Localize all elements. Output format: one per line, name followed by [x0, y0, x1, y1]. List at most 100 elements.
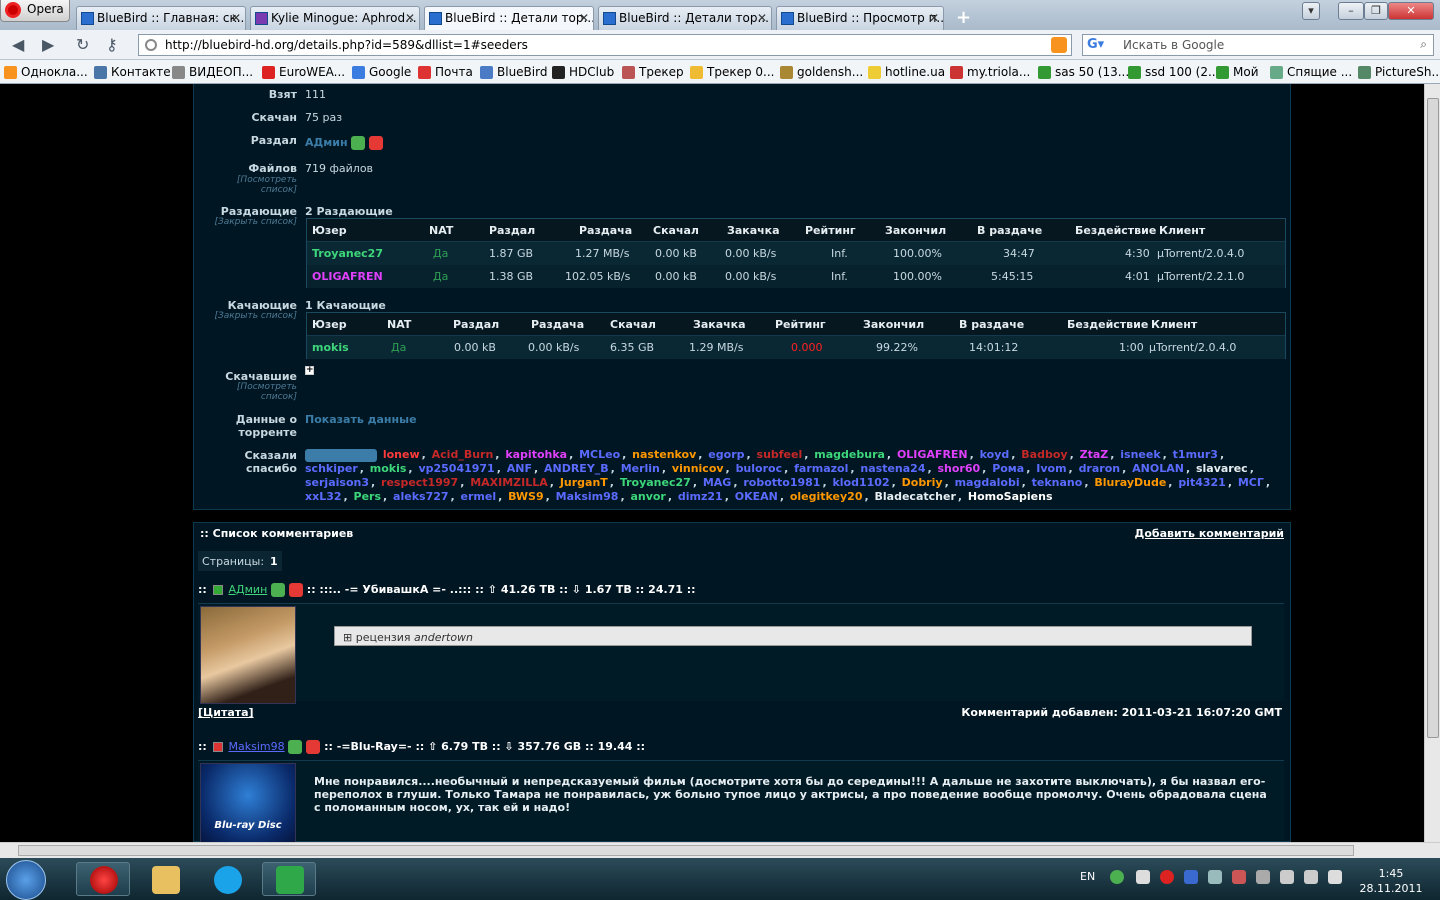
bookmark[interactable]: sas 50 (13... — [1038, 65, 1129, 79]
show-data-link[interactable]: Показать данные — [305, 413, 417, 426]
thanks-user-link[interactable]: ZtaZ — [1080, 448, 1109, 461]
thanks-user-link[interactable]: draron — [1079, 462, 1121, 475]
thanks-user-link[interactable]: xxL32 — [305, 490, 342, 503]
tab-2[interactable]: Kylie Minogue: Aphrod... ✕ — [250, 6, 420, 30]
thanks-user-link[interactable]: OKEAN — [735, 490, 778, 503]
bookmark[interactable]: PictureSh... — [1358, 65, 1440, 79]
close-seeders-link[interactable]: [Закрыть список] — [214, 217, 297, 227]
address-bar[interactable]: http://bluebird-hd.org/details.php?id=58… — [138, 34, 1072, 56]
thanks-user-link[interactable]: vinnicov — [672, 462, 724, 475]
bookmark[interactable]: ВИДЕОП... — [172, 65, 253, 79]
bluetooth-icon[interactable] — [1184, 870, 1198, 884]
close-tab-icon[interactable]: ✕ — [231, 11, 241, 25]
thanks-user-link[interactable]: Ivom — [1036, 462, 1066, 475]
page-1-link[interactable]: 1 — [270, 555, 278, 568]
thanks-user-link[interactable]: egorp — [708, 448, 744, 461]
minimize-icon[interactable]: – — [1338, 2, 1364, 20]
thanks-user-link[interactable]: farmazol — [794, 462, 848, 475]
horizontal-scrollbar[interactable] — [0, 842, 1440, 858]
bookmark[interactable]: Трекер — [622, 65, 684, 79]
thanks-user-link[interactable]: HomoSapiens — [968, 490, 1053, 503]
bookmark[interactable]: BlueBird — [480, 65, 547, 79]
tray-icon[interactable] — [1232, 870, 1246, 884]
tray-icon[interactable] — [1136, 870, 1150, 884]
opera-tray-icon[interactable] — [1160, 870, 1174, 884]
tray-icon[interactable] — [1110, 870, 1124, 884]
clock[interactable]: 1:45 28.11.2011 — [1356, 866, 1426, 896]
thanks-user-link[interactable]: Pers — [354, 490, 382, 503]
thanks-user-link[interactable]: lonew — [383, 448, 420, 461]
thanks-user-link[interactable]: klod1102 — [832, 476, 889, 489]
search-input[interactable]: G▾ Искать в Google ⌕ — [1082, 34, 1434, 56]
bookmark[interactable]: Мой — [1216, 65, 1259, 79]
view-files-link[interactable]: [Посмотреть список] — [227, 175, 297, 195]
thanks-user-link[interactable]: OLIGAFREN — [897, 448, 968, 461]
taskbar-opera[interactable] — [76, 862, 130, 896]
bookmark[interactable]: Однокла... — [4, 65, 88, 79]
thanks-user-link[interactable]: olegitkey20 — [790, 490, 863, 503]
thumb-up-icon[interactable] — [271, 583, 286, 597]
bookmark[interactable]: hotline.ua — [868, 65, 945, 79]
thumb-down-icon[interactable] — [288, 583, 303, 597]
scroll-thumb[interactable] — [18, 845, 1354, 856]
thanks-user-link[interactable]: kapitohka — [505, 448, 567, 461]
bookmark[interactable]: Почта — [418, 65, 473, 79]
tab-1[interactable]: BlueBird :: Главная: ск... ✕ — [76, 6, 246, 30]
thanks-user-link[interactable]: Merlin — [621, 462, 660, 475]
thanks-user-link[interactable]: vp25041971 — [418, 462, 494, 475]
vertical-scrollbar[interactable] — [1424, 84, 1440, 842]
thumb-down-icon[interactable] — [306, 740, 321, 754]
thanks-user-link[interactable]: buloroc — [736, 462, 783, 475]
tab-3-active[interactable]: BlueBird :: Детали тор... ✕ — [424, 6, 594, 31]
thumb-up-icon[interactable] — [288, 740, 303, 754]
expand-snatchers-icon[interactable]: + — [305, 366, 314, 375]
forward-icon[interactable]: ▶ — [42, 35, 54, 54]
close-tab-icon[interactable]: ✕ — [929, 11, 939, 25]
thanks-user-link[interactable]: MAXIMZILLA — [470, 476, 548, 489]
thumb-down-icon[interactable] — [368, 136, 383, 150]
thanks-user-link[interactable]: МСГ — [1238, 476, 1264, 489]
network-icon[interactable] — [1304, 870, 1318, 884]
thanks-user-link[interactable]: BWS9 — [508, 490, 544, 503]
reload-icon[interactable]: ↻ — [76, 35, 89, 54]
thanks-user-link[interactable]: Troyanec27 — [620, 476, 691, 489]
thanks-user-link[interactable]: magdebura — [814, 448, 885, 461]
peer-user-link[interactable]: mokis — [312, 341, 349, 354]
thanks-user-link[interactable]: aleks727 — [393, 490, 448, 503]
thanks-user-link[interactable]: schkiper — [305, 462, 358, 475]
thanks-user-link[interactable]: nastena24 — [860, 462, 925, 475]
quote-link[interactable]: [Цитата] — [198, 706, 254, 719]
peer-user-link[interactable]: Troyanec27 — [312, 247, 383, 260]
key-icon[interactable]: ⚷ — [106, 35, 118, 54]
spoiler-block[interactable]: ⊞ рецензия andertown — [334, 626, 1252, 646]
thanks-user-link[interactable]: serjaison3 — [305, 476, 369, 489]
thanks-user-link[interactable]: Рома — [992, 462, 1024, 475]
uploader-link[interactable]: АДмин — [305, 136, 348, 149]
thanks-user-link[interactable]: ANDREY_B — [544, 462, 609, 475]
thanks-user-link[interactable]: BlurayDude — [1094, 476, 1166, 489]
taskbar-skype[interactable] — [200, 862, 254, 896]
thumb-up-icon[interactable] — [351, 136, 366, 150]
view-snatchers-link[interactable]: [Посмотреть список] — [227, 382, 297, 402]
add-comment-link[interactable]: Добавить комментарий — [1135, 527, 1284, 540]
thanks-user-link[interactable]: respect1997 — [381, 476, 458, 489]
bookmark[interactable]: Контакте — [94, 65, 171, 79]
bookmark[interactable]: goldensh... — [780, 65, 863, 79]
thanks-user-link[interactable]: ANOLAN — [1132, 462, 1184, 475]
back-icon[interactable]: ◀ — [12, 35, 24, 54]
maximize-icon[interactable]: ❐ — [1364, 2, 1388, 20]
taskbar-utorrent[interactable] — [262, 862, 316, 896]
thanks-user-link[interactable]: Bladecatcher — [875, 490, 956, 503]
thanks-user-link[interactable]: magdalobi — [955, 476, 1020, 489]
close-window-icon[interactable]: ✕ — [1388, 2, 1434, 20]
close-tab-icon[interactable]: ✕ — [579, 11, 589, 25]
volume-icon[interactable] — [1328, 870, 1342, 884]
close-tab-icon[interactable]: ✕ — [757, 11, 767, 25]
bookmark[interactable]: EuroWEA... — [262, 65, 345, 79]
thanks-user-link[interactable]: ermel — [461, 490, 497, 503]
thanks-user-link[interactable]: mokis — [370, 462, 407, 475]
thanks-user-link[interactable]: Badboy — [1021, 448, 1067, 461]
thanks-user-link[interactable]: t1mur3 — [1173, 448, 1218, 461]
thanks-user-link[interactable]: isneek — [1120, 448, 1160, 461]
hidden-username[interactable] — [305, 448, 377, 462]
